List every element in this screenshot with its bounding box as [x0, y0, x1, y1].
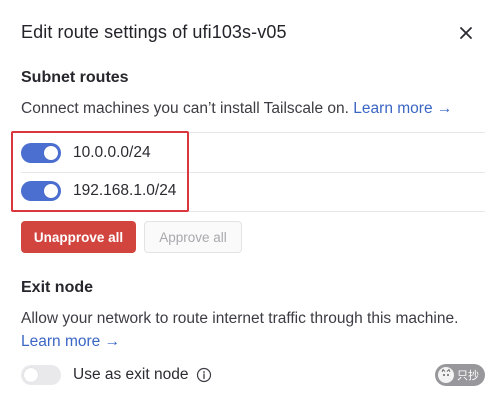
route-settings-dialog: Edit route settings of ufi103s-v05 Subne… [0, 0, 500, 402]
info-icon[interactable] [196, 367, 212, 383]
route-toggle-192-168-1-0[interactable] [21, 181, 61, 201]
exit-node-toggle-label: Use as exit node [73, 366, 189, 383]
dialog-header: Edit route settings of ufi103s-v05 [21, 22, 480, 46]
exit-node-heading: Exit node [21, 279, 94, 296]
route-label: 192.168.1.0/24 [73, 182, 177, 199]
unapprove-all-button[interactable]: Unapprove all [21, 221, 136, 253]
subnet-routes-description: Connect machines you can’t install Tails… [21, 97, 452, 120]
exit-node-row: Use as exit node [21, 364, 212, 386]
close-icon[interactable] [456, 23, 476, 43]
subnet-routes-heading: Subnet routes [21, 69, 129, 86]
cat-face-icon [438, 367, 454, 383]
toggle-knob [44, 184, 58, 198]
route-row-192-168-1-0: 192.168.1.0/24 [21, 172, 176, 210]
divider [21, 132, 485, 133]
exit-node-description: Allow your network to route internet tra… [21, 307, 461, 353]
route-row-10-0-0-0: 10.0.0.0/24 [21, 134, 151, 172]
watermark-badge: 只抄 [435, 364, 485, 386]
subnet-description-text: Connect machines you can’t install Tails… [21, 100, 349, 117]
exit-node-learn-more-link[interactable]: Learn more → [21, 333, 120, 350]
toggle-knob [24, 368, 38, 382]
divider [21, 211, 485, 212]
exit-node-description-text: Allow your network to route internet tra… [21, 310, 459, 327]
dialog-title: Edit route settings of ufi103s-v05 [21, 22, 287, 42]
watermark-text: 只抄 [457, 370, 479, 382]
exit-node-toggle[interactable] [21, 365, 61, 385]
subnet-learn-more-link[interactable]: Learn more → [353, 100, 452, 117]
route-toggle-10-0-0-0[interactable] [21, 143, 61, 163]
route-label: 10.0.0.0/24 [73, 144, 151, 161]
toggle-knob [44, 146, 58, 160]
approve-all-button[interactable]: Approve all [144, 221, 242, 253]
